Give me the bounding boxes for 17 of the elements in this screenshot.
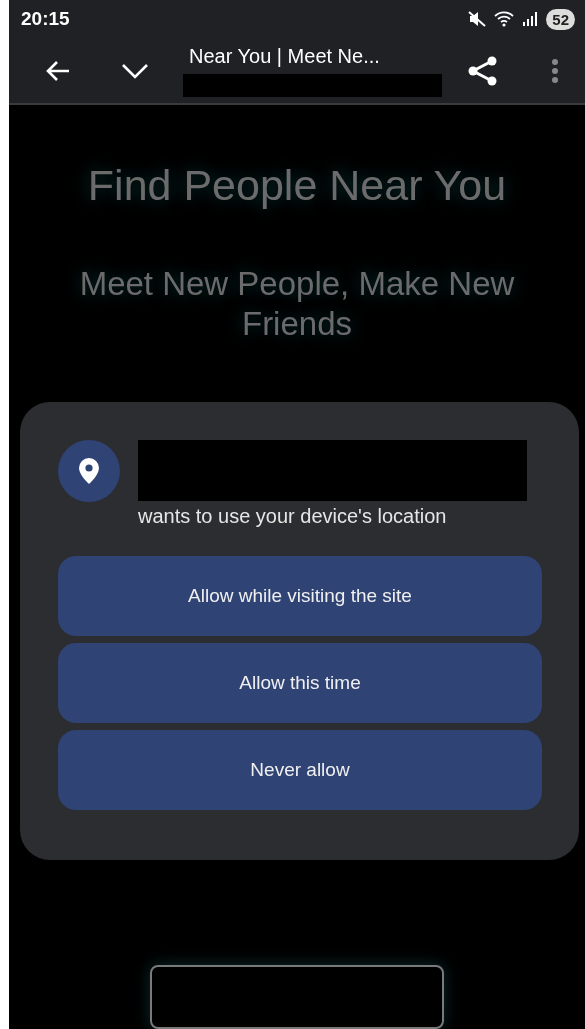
more-icon [551, 57, 559, 84]
subheadline: Meet New People, Make New Friends [78, 264, 516, 344]
page-title: Near You | Meet Ne... [188, 44, 381, 68]
battery-level: 52 [546, 8, 575, 30]
chevron-down-icon [121, 62, 149, 79]
permission-button[interactable]: Never allow [58, 730, 542, 810]
permission-button[interactable]: Allow while visiting the site [58, 556, 542, 636]
status-time: 20:15 [21, 8, 70, 31]
wifi-icon [494, 11, 515, 28]
back-arrow-icon [45, 58, 71, 83]
permission-button[interactable]: Allow this time [58, 643, 542, 723]
outline-button[interactable] [150, 965, 444, 1029]
signal-icon [522, 11, 539, 28]
headline: Find People Near You [87, 161, 507, 210]
mute-icon [468, 11, 487, 28]
permission-message: wants to use your device's location [138, 505, 448, 528]
share-icon [467, 54, 499, 87]
